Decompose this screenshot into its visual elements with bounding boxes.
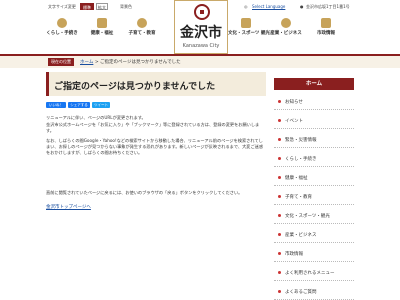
current-location-badge: 現在の位置 [48,58,74,66]
notice-paragraph: なお、しばらくの間Google・Yahoo!などの検索サイトから移動した場合、リ… [46,138,264,155]
sidebar-item-faq[interactable]: よくあるご質問 [274,286,354,300]
notice-paragraph: 直前に閲覧されていたページに戻るには、お使いのブラウザの「戻る」ボタンをクリック… [46,190,243,195]
tweet-button[interactable]: ツイート [92,102,110,108]
city-emblem-icon [194,4,210,20]
page-title: ご指定のページは見つかりませんでした [46,72,266,96]
sidebar-item-living[interactable]: くらし・手続き [274,153,354,167]
nav-label: 市政情報 [317,31,335,36]
breadcrumb-home-link[interactable]: ホーム [80,60,93,65]
child-icon [137,18,147,28]
briefcase-icon [281,18,291,28]
facebook-like-button[interactable]: いいね！ [46,102,66,108]
sidebar-item-emergency[interactable]: 緊急・災害情報 [274,134,354,148]
notice-paragraph: 金沢市公式ホームページを「お気に入り」や「ブックマーク」等に登録されている方は、… [46,122,260,133]
breadcrumb-separator: > [94,60,99,65]
sidebar-item-events[interactable]: イベント [274,115,354,129]
notice-paragraph: リニューアルに伴い、ページのURLが変更されます。 [46,115,146,120]
font-standard-button[interactable]: 標準 [80,3,94,10]
nav-item-business[interactable]: 産業・ビジネス [268,14,304,46]
facebook-share-button[interactable]: シェアする [68,102,90,108]
address-link[interactable]: 金沢市広坂1丁目1番1号 [306,4,350,10]
sidebar-item-culture[interactable]: 文化・スポーツ・観光 [274,210,354,224]
city-logo[interactable]: 金沢市 Kanazawa City [174,0,228,54]
nav-item-culture[interactable]: 文化・スポーツ 観光 [228,14,270,46]
logo-english-name: Kanazawa City [182,43,220,49]
background-color-label[interactable]: 背景色 [120,4,132,10]
nav-item-health[interactable]: 健康・福祉 [84,14,120,46]
nav-label: 子育て・教育 [128,31,156,36]
nav-label: 文化・スポーツ 観光 [228,31,270,36]
top-page-link[interactable]: 金沢市トップページへ [46,204,91,210]
nav-item-government[interactable]: 市政情報 [308,14,344,46]
sidebar-heading[interactable]: ホーム [274,78,354,90]
heart-icon [97,18,107,28]
globe-icon: ◎ [244,4,248,9]
sidebar-item-popular[interactable]: よく利用されるメニュー [274,267,354,281]
nav-label: 産業・ビジネス [270,31,302,36]
building-icon [321,18,331,28]
sidebar-item-business[interactable]: 産業・ビジネス [274,229,354,243]
nav-item-education[interactable]: 子育て・教育 [124,14,160,46]
nav-item-living[interactable]: くらし・手続き [44,14,80,46]
sidebar-item-education[interactable]: 子育て・教育 [274,191,354,205]
font-large-button[interactable]: 拡大 [96,3,108,10]
nav-label: 健康・福祉 [90,31,114,36]
sidebar-item-government[interactable]: 市政情報 [274,248,354,262]
select-language-link[interactable]: Select Language [252,4,285,9]
logo-city-name: 金沢市 [180,25,222,41]
map-pin-icon: ● [300,4,304,9]
page: 文字サイズ変更 標準 拡大 背景色 ◎ Select Language ● 金沢… [0,0,400,300]
nav-label: くらし・手続き [46,31,78,36]
font-size-label: 文字サイズ変更 [48,4,76,9]
gate-icon [241,18,251,28]
breadcrumb: ホーム > ご指定のページは見つかりませんでした [80,59,181,65]
breadcrumb-current: ご指定のページは見つかりませんでした [100,60,181,65]
house-icon [57,18,67,28]
sidebar-item-news[interactable]: お知らせ [274,96,354,110]
sidebar-item-health[interactable]: 健康・福祉 [274,172,354,186]
